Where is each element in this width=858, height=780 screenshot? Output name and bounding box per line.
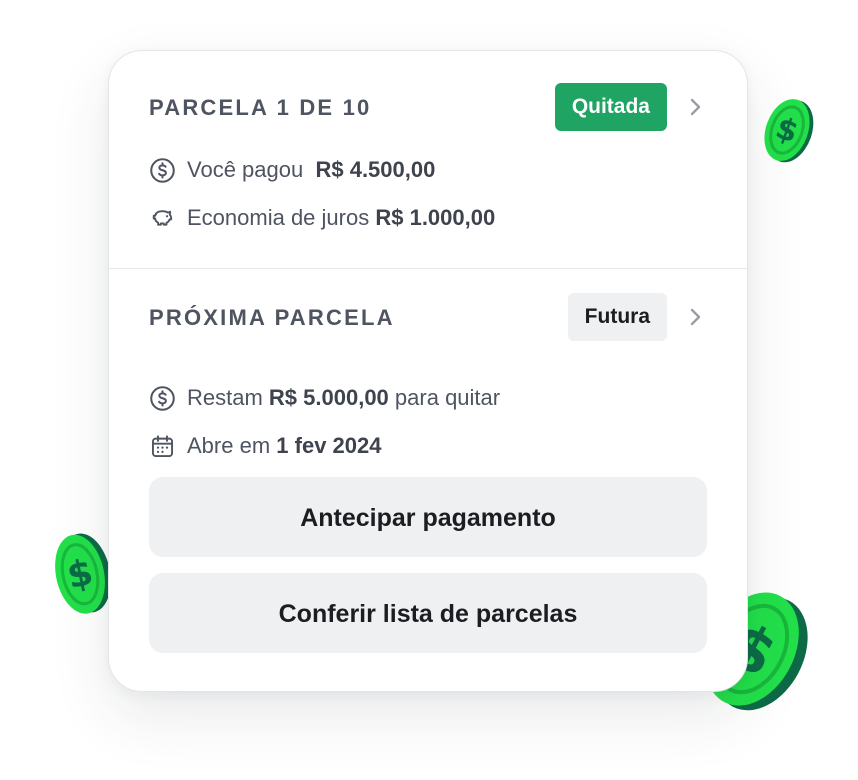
status-badge-future: Futura	[567, 293, 667, 341]
paid-amount-row: Você pagou R$ 4.500,00	[149, 155, 707, 185]
installment-title: PARCELA 1 DE 10	[149, 95, 372, 120]
remaining-label: Restam	[187, 385, 263, 410]
next-installment-header[interactable]: PRÓXIMA PARCELA Futura	[149, 293, 707, 341]
calendar-icon	[151, 434, 174, 457]
dollar-circle-icon	[150, 157, 175, 183]
remaining-suffix: para quitar	[394, 385, 501, 410]
opens-row: Abre em 1 fev 2024	[149, 431, 707, 461]
savings-value: R$ 1.000,00	[375, 205, 496, 230]
view-installments-list-button[interactable]: Conferir lista de parcelas	[149, 573, 707, 653]
remaining-row: Restam R$ 5.000,00 para quitar	[149, 383, 707, 413]
savings-row: Economia de juros R$ 1.000,00	[149, 203, 707, 233]
chevron-right-icon[interactable]	[683, 305, 707, 329]
coin-icon: $	[55, 533, 111, 614]
current-installment-header[interactable]: PARCELA 1 DE 10 Quitada	[149, 83, 707, 131]
savings-label: Economia de juros	[187, 205, 370, 230]
anticipate-payment-button[interactable]: Antecipar pagamento	[149, 477, 707, 557]
current-installment-section: PARCELA 1 DE 10 Quitada Você pagou R$ 4.…	[109, 51, 747, 269]
coin-icon: $	[764, 99, 814, 163]
next-installment-section: PRÓXIMA PARCELA Futura Restam R$ 5.000,0…	[109, 269, 747, 691]
opens-label: Abre em	[187, 433, 271, 458]
piggy-bank-icon	[152, 209, 173, 226]
status-badge-paid: Quitada	[554, 83, 667, 131]
paid-label: Você pagou	[187, 157, 304, 182]
remaining-value: R$ 5.000,00	[268, 385, 389, 410]
paid-value: R$ 4.500,00	[315, 157, 436, 182]
dollar-circle-icon	[150, 385, 175, 411]
chevron-right-icon[interactable]	[683, 95, 707, 119]
next-installment-title: PRÓXIMA PARCELA	[149, 305, 395, 330]
installment-card: PARCELA 1 DE 10 Quitada Você pagou R$ 4.…	[108, 50, 748, 692]
opens-value: 1 fev 2024	[276, 433, 382, 458]
